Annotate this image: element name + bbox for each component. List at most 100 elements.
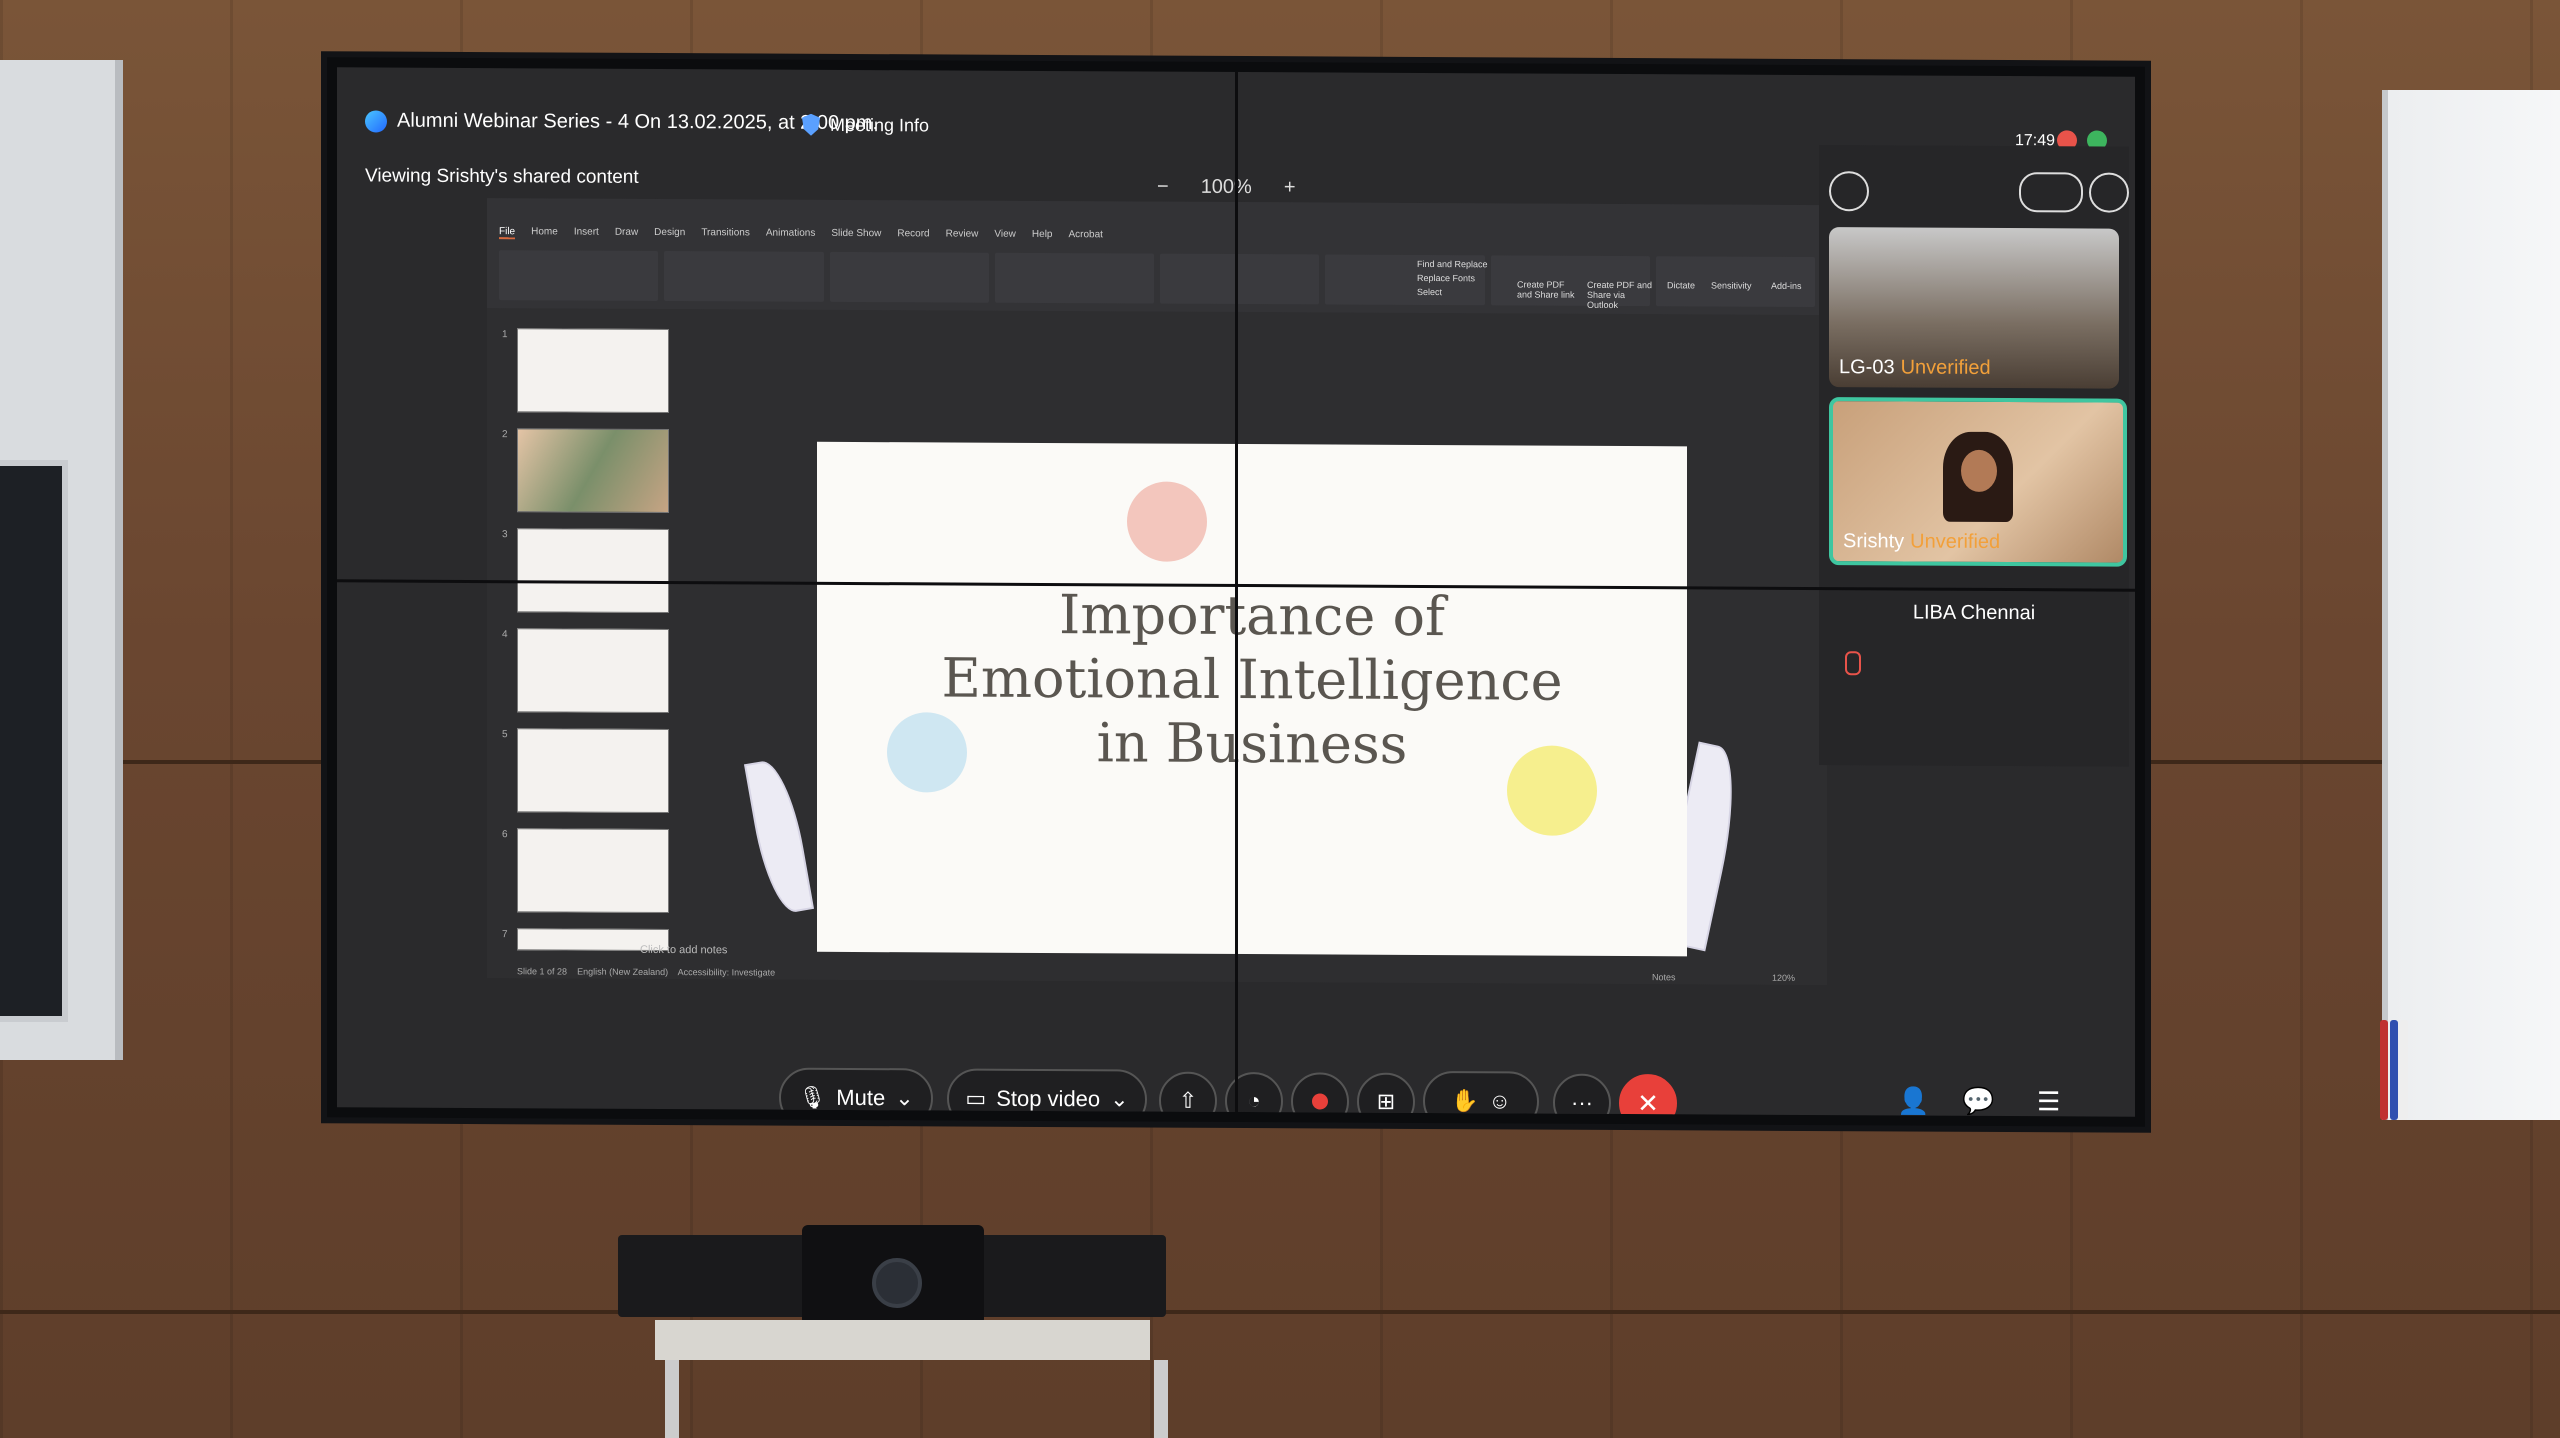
- ppt-tab[interactable]: Help: [1032, 229, 1053, 242]
- camera-shelf: [655, 1320, 1150, 1360]
- collapse-chevron-icon[interactable]: [1829, 171, 1869, 212]
- ppt-tab[interactable]: Slide Show: [831, 228, 881, 241]
- ppt-tab[interactable]: Acrobat: [1068, 229, 1102, 242]
- mute-button[interactable]: 🎙 Mute ⌄: [779, 1067, 933, 1117]
- share-screen-icon[interactable]: ⇧: [1159, 1071, 1217, 1117]
- captions-icon[interactable]: [389, 1109, 415, 1117]
- dictate-button[interactable]: Dictate: [1667, 280, 1695, 290]
- ppt-tab[interactable]: Animations: [766, 228, 815, 241]
- more-options-button[interactable]: ···: [1553, 1073, 1611, 1117]
- addins-button[interactable]: Add-ins: [1771, 281, 1802, 291]
- fullscreen-icon[interactable]: [2089, 172, 2129, 213]
- ppt-ribbon: File Home Insert Draw Design Transitions…: [487, 198, 1827, 316]
- video-tile-room[interactable]: LG-03 Unverified: [1829, 227, 2119, 389]
- wall-seam: [0, 1310, 2560, 1314]
- zoom-in-button[interactable]: +: [1284, 176, 1296, 199]
- ppt-tab[interactable]: Transitions: [701, 227, 750, 240]
- ppt-tab-bar: File Home Insert Draw Design Transitions…: [499, 226, 1103, 242]
- layout-toggle-icon[interactable]: [2019, 172, 2083, 213]
- ppt-status-bar: Slide 1 of 28 English (New Zealand) Acce…: [517, 966, 1795, 983]
- apps-grid-icon[interactable]: ⊞: [1357, 1072, 1415, 1117]
- ppt-tab[interactable]: Insert: [574, 227, 599, 240]
- microphone-icon: 🎙: [798, 1084, 827, 1110]
- slide-title-line: Emotional Intelligence: [941, 646, 1563, 713]
- stop-video-label: Stop video: [996, 1085, 1101, 1112]
- participants-icon[interactable]: 👤: [1897, 1085, 1929, 1116]
- participant-name: LG-03: [1839, 356, 1895, 379]
- zoom-controls: − 100% +: [1157, 176, 1296, 200]
- ppt-tab[interactable]: Home: [531, 226, 558, 239]
- ppt-zoom-level: 120%: [1772, 972, 1796, 983]
- shield-icon: [802, 114, 820, 136]
- meeting-info-label: Meeting Info: [830, 114, 930, 135]
- slide-thumbnail[interactable]: 1: [502, 328, 669, 414]
- reactions-group[interactable]: ✋ ☺: [1423, 1070, 1539, 1117]
- current-slide: Importance of Emotional Intelligence in …: [817, 441, 1687, 957]
- tile-label: LG-03 Unverified: [1839, 356, 1991, 380]
- slide-thumbnail-list: 1 2 3 4 5 6 7: [499, 328, 669, 967]
- emoji-reaction-icon[interactable]: ☺: [1488, 1088, 1510, 1114]
- zoom-out-button[interactable]: −: [1157, 176, 1169, 199]
- webex-logo-icon: [365, 109, 387, 133]
- record-icon: [1312, 1093, 1328, 1110]
- laughing-face-icon: [1127, 481, 1207, 562]
- end-call-button[interactable]: ✕: [1619, 1074, 1677, 1117]
- zoom-level: 100%: [1200, 175, 1252, 199]
- mute-label: Mute: [836, 1084, 886, 1111]
- slide-thumbnail[interactable]: 3: [502, 528, 669, 614]
- video-wall-display: Alumni Webinar Series - 4 On 13.02.2025,…: [327, 57, 2145, 1127]
- chat-icon[interactable]: 💬: [1962, 1086, 1994, 1117]
- menu-icon[interactable]: ☰: [2037, 1086, 2060, 1117]
- whiteboard-markers: [2376, 1010, 2412, 1120]
- shelf-legs: [665, 1360, 1168, 1438]
- slide-counter: Slide 1 of 28: [517, 966, 568, 977]
- participant-name: Srishty: [1843, 530, 1905, 553]
- slide-thumbnail[interactable]: 2: [502, 428, 669, 514]
- share-outlook-button[interactable]: Create PDF and Share via Outlook: [1587, 280, 1657, 310]
- sharing-status: Viewing Srishty's shared content: [365, 165, 639, 188]
- ppt-tab[interactable]: View: [994, 229, 1016, 242]
- ppt-tab[interactable]: Design: [654, 227, 685, 240]
- unverified-badge: Unverified: [1910, 530, 2001, 554]
- record-button[interactable]: [1291, 1072, 1349, 1117]
- raise-hand-icon[interactable]: ✋: [1451, 1088, 1478, 1114]
- camera-icon: ▭: [965, 1085, 987, 1111]
- ppt-tab[interactable]: Review: [946, 228, 979, 241]
- ppt-tab[interactable]: File: [499, 226, 516, 240]
- left-monitor: [0, 460, 68, 1022]
- notes-toggle[interactable]: Notes: [1652, 972, 1676, 982]
- ai-assistant-icon[interactable]: ◔: [1225, 1071, 1283, 1117]
- participant-name: LIBA Chennai: [1912, 601, 2036, 625]
- sensitivity-button[interactable]: Sensitivity: [1711, 280, 1752, 290]
- presenter-face: [1961, 449, 1997, 492]
- video-wall-seam: [1235, 71, 1238, 1113]
- stop-video-button[interactable]: ▭ Stop video ⌄: [947, 1068, 1147, 1117]
- unverified-badge: Unverified: [1900, 356, 1991, 379]
- whiteboard: [2382, 90, 2560, 1120]
- create-pdf-button[interactable]: Create PDF and Share link: [1517, 279, 1577, 299]
- webex-meeting-screen: Alumni Webinar Series - 4 On 13.02.2025,…: [337, 67, 2135, 1117]
- slide-thumbnail[interactable]: 4: [502, 628, 669, 714]
- ppt-tab[interactable]: Draw: [615, 227, 638, 240]
- slide-title-line: in Business: [1096, 711, 1408, 776]
- participants-panel: LG-03 Unverified Srishty Unverified LIBA…: [1819, 145, 2129, 767]
- meeting-info-button[interactable]: Meeting Info: [802, 114, 929, 137]
- shared-powerpoint-window: File Home Insert Draw Design Transitions…: [487, 198, 1827, 986]
- replace-fonts-button[interactable]: Replace Fonts: [1417, 273, 1475, 283]
- tile-label: Srishty Unverified: [1843, 530, 2000, 554]
- slide-thumbnail[interactable]: 6: [502, 828, 669, 914]
- chevron-down-icon: ⌄: [895, 1085, 914, 1111]
- ppt-tab[interactable]: Record: [897, 228, 929, 241]
- video-tile-presenter[interactable]: Srishty Unverified: [1829, 397, 2127, 567]
- notes-placeholder[interactable]: Click to add notes: [640, 944, 727, 956]
- select-button[interactable]: Select: [1417, 287, 1442, 297]
- slide-title: Importance of Emotional Intelligence in …: [817, 582, 1687, 779]
- leaf-decoration: [743, 757, 815, 917]
- slide-thumbnail[interactable]: 5: [502, 728, 669, 814]
- mic-muted-icon: [1845, 651, 1861, 676]
- find-replace-button[interactable]: Find and Replace: [1417, 259, 1488, 269]
- chevron-down-icon: ⌄: [1110, 1086, 1129, 1112]
- slide-title-line: Importance of: [1059, 583, 1445, 649]
- accessibility-status[interactable]: Accessibility: Investigate: [678, 967, 776, 978]
- language-indicator: English (New Zealand): [577, 966, 669, 978]
